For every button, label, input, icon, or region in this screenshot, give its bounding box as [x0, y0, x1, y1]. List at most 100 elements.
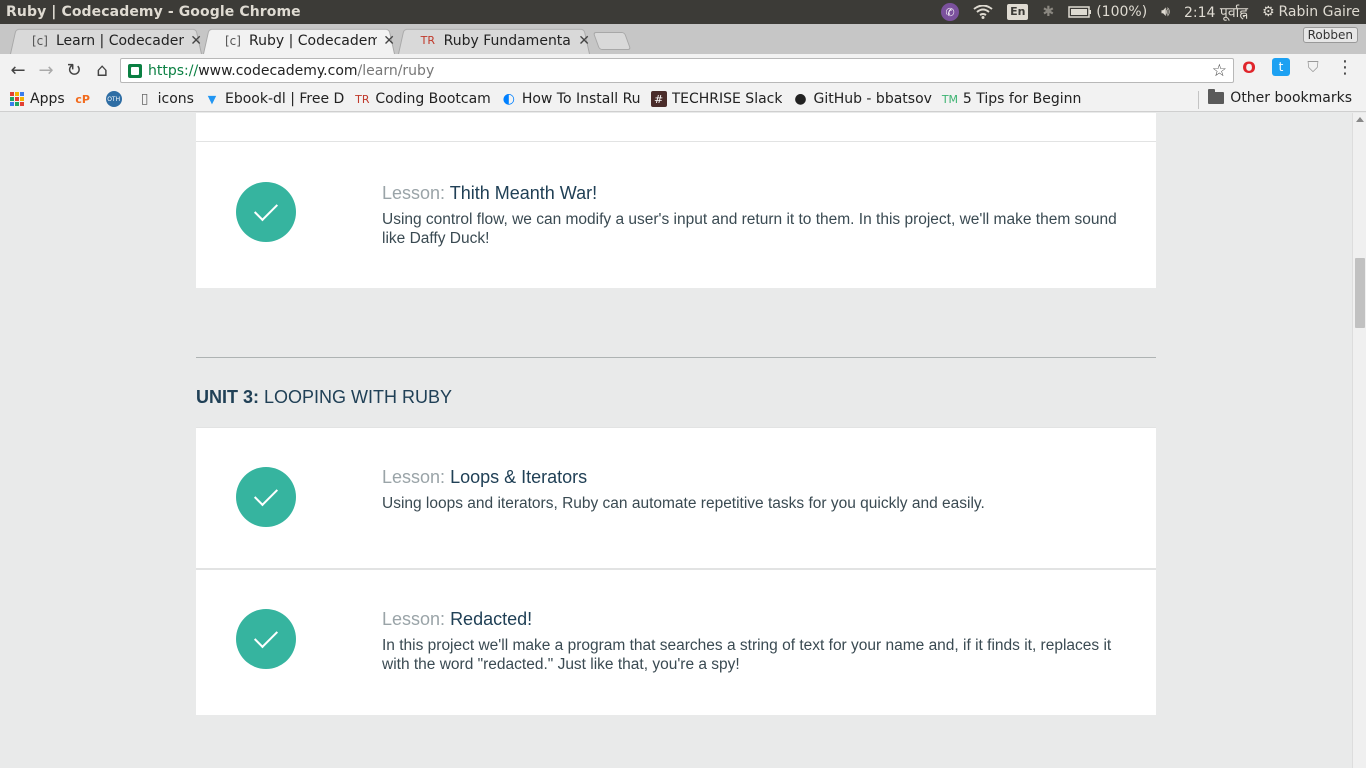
bookmark-label: How To Install Ru: [521, 91, 641, 107]
tab-strip: [c] Learn | Codecademy ✕ [c] Ruby | Code…: [0, 24, 1366, 54]
unit-heading: UNIT 3: LOOPING WITH RUBY: [196, 387, 452, 408]
bookmark-apps[interactable]: Apps: [10, 91, 65, 107]
url-path: /learn/ruby: [357, 62, 435, 79]
lesson-card[interactable]: Lesson: Redacted! In this project we'll …: [196, 568, 1156, 715]
bookmark-5-tips[interactable]: TM 5 Tips for Beginn: [941, 91, 1082, 107]
wifi-icon[interactable]: [973, 3, 993, 21]
page-content: Lesson: Thith Meanth War! Using control …: [0, 113, 1352, 768]
battery-indicator[interactable]: (100%): [1068, 3, 1147, 21]
browser-toolbar: ← → ↻ ⌂ https://www.codecademy.com/learn…: [0, 54, 1366, 87]
unit-name: LOOPING WITH RUBY: [264, 387, 453, 407]
bookmark-ebook-dl[interactable]: ▼ Ebook-dl | Free D: [204, 91, 345, 107]
codecademy-favicon-icon: [c]: [225, 33, 241, 48]
lesson-description: In this project we'll make a program tha…: [382, 637, 1112, 673]
close-icon[interactable]: ✕: [383, 33, 395, 49]
scroll-up-arrow-icon[interactable]: [1356, 117, 1364, 122]
oth-icon: OTH: [105, 91, 122, 107]
bookmark-label: Apps: [30, 91, 65, 107]
bookmark-label: TECHRISE Slack: [671, 91, 783, 107]
tab-label: Learn | Codecademy: [55, 32, 184, 49]
home-icon[interactable]: ⌂: [88, 57, 116, 85]
lesson-card[interactable]: Lesson: Loops & Iterators Using loops an…: [196, 427, 1156, 568]
battery-icon: [1068, 6, 1092, 18]
tab-learn-codecademy[interactable]: [c] Learn | Codecademy ✕: [10, 27, 202, 54]
bookmark-star-icon[interactable]: ☆: [1212, 61, 1227, 81]
apps-grid-icon: [10, 92, 24, 106]
lesson-title[interactable]: Lesson: Loops & Iterators: [382, 466, 1122, 488]
clock[interactable]: 2:14 पूर्वाह्न: [1184, 3, 1248, 22]
lesson-prefix: Lesson:: [382, 183, 446, 203]
window-title: Ruby | Codecademy - Google Chrome: [6, 4, 301, 20]
lesson-description: Using loops and iterators, Ruby can auto…: [382, 495, 985, 512]
twitter-extension-icon[interactable]: t: [1272, 58, 1290, 76]
bookmark-cpanel[interactable]: cP: [75, 91, 96, 107]
lesson-description: Using control flow, we can modify a user…: [382, 211, 1117, 247]
bookmark-label: icons: [157, 91, 194, 107]
techrise-favicon-icon: TR: [420, 34, 435, 47]
lesson-text: Lesson: Thith Meanth War! Using control …: [382, 182, 1122, 248]
user-menu[interactable]: ⚙ Rabin Gaire: [1262, 3, 1360, 21]
tab-ruby-fundamentals[interactable]: TR Ruby Fundamentals ✕: [398, 27, 590, 54]
lesson-prefix: Lesson:: [382, 467, 446, 487]
slack-icon: #: [650, 91, 667, 107]
other-bookmarks[interactable]: Other bookmarks: [1208, 89, 1352, 106]
tab-label: Ruby | Codecademy: [248, 32, 378, 49]
system-tray: ✆ En ✱ (100%) 🔊︎ 2:14 पूर्वाह्न ⚙ Rabin …: [941, 0, 1360, 24]
reload-icon[interactable]: ↻: [60, 57, 88, 85]
address-bar[interactable]: https://www.codecademy.com/learn/ruby ☆: [120, 58, 1234, 83]
bookmark-label: GitHub - bbatsov: [813, 91, 932, 107]
lesson-text: Lesson: Loops & Iterators Using loops an…: [382, 466, 1122, 513]
codecademy-favicon-icon: [c]: [32, 33, 48, 48]
completed-check-icon: [236, 609, 296, 669]
scrollbar-thumb[interactable]: [1355, 258, 1365, 328]
back-arrow-icon[interactable]: ←: [4, 57, 32, 85]
folder-icon: [1208, 89, 1225, 104]
page-scrollbar[interactable]: [1352, 113, 1366, 768]
url-scheme: https://: [148, 62, 199, 79]
user-name: Rabin Gaire: [1278, 4, 1360, 20]
bookmark-how-to-install[interactable]: ◐ How To Install Ru: [501, 91, 641, 107]
bluetooth-icon[interactable]: ✱: [1042, 3, 1054, 21]
digitalocean-icon: ◐: [502, 91, 515, 107]
close-icon[interactable]: ✕: [190, 33, 202, 49]
completed-check-icon: [236, 467, 296, 527]
unit-divider: [196, 357, 1156, 358]
url-host: www.codecademy.com: [198, 62, 358, 79]
viber-icon[interactable]: ✆: [941, 3, 960, 21]
ebook-icon: ▼: [207, 92, 217, 106]
os-top-bar: Ruby | Codecademy - Google Chrome ✆ En ✱…: [0, 0, 1366, 24]
shield-extension-icon[interactable]: ⛉: [1304, 58, 1322, 76]
chrome-menu-icon[interactable]: ⋮: [1336, 57, 1354, 78]
bookmark-label: Ebook-dl | Free D: [224, 91, 345, 107]
cpanel-icon: cP: [75, 92, 90, 106]
bookmark-oth[interactable]: OTH: [105, 91, 127, 107]
page-icon: ▯: [140, 91, 149, 107]
lesson-prefix: Lesson:: [382, 609, 446, 629]
battery-percent: (100%): [1096, 4, 1148, 20]
lock-icon[interactable]: [128, 63, 142, 78]
volume-icon[interactable]: 🔊︎: [1161, 3, 1170, 21]
close-icon[interactable]: ✕: [578, 33, 590, 49]
new-tab-button[interactable]: [592, 32, 632, 50]
lesson-card[interactable]: Lesson: Thith Meanth War! Using control …: [196, 141, 1156, 288]
completed-check-icon: [236, 182, 296, 242]
techrise-icon: TR: [355, 92, 370, 106]
opera-extension-icon[interactable]: O: [1240, 58, 1258, 77]
tm-icon: TM: [941, 92, 959, 106]
lesson-title[interactable]: Lesson: Thith Meanth War!: [382, 182, 1122, 204]
extensions-area: O t ⛉ ⋮: [1240, 57, 1354, 78]
lesson-title[interactable]: Lesson: Redacted!: [382, 608, 1122, 630]
bookmarks-bar: Apps cP OTH ▯ icons ▼ Ebook-dl | Free D …: [0, 87, 1366, 112]
bookmark-coding-bootcamp[interactable]: TR Coding Bootcam: [354, 91, 491, 107]
lesson-name: Thith Meanth War!: [449, 183, 598, 203]
profile-button[interactable]: Robben: [1302, 27, 1358, 43]
keyboard-layout-indicator[interactable]: En: [1007, 4, 1029, 20]
bookmark-github[interactable]: ● GitHub - bbatsov: [792, 91, 932, 107]
tab-ruby-codecademy[interactable]: [c] Ruby | Codecademy ✕: [203, 27, 395, 54]
lesson-text: Lesson: Redacted! In this project we'll …: [382, 608, 1122, 674]
bookmark-icons[interactable]: ▯ icons: [137, 91, 194, 107]
gear-icon: ⚙: [1261, 4, 1275, 20]
bookmark-techrise-slack[interactable]: # TECHRISE Slack: [650, 91, 783, 107]
previous-lesson-card: [196, 113, 1156, 141]
forward-arrow-icon[interactable]: →: [32, 57, 60, 85]
